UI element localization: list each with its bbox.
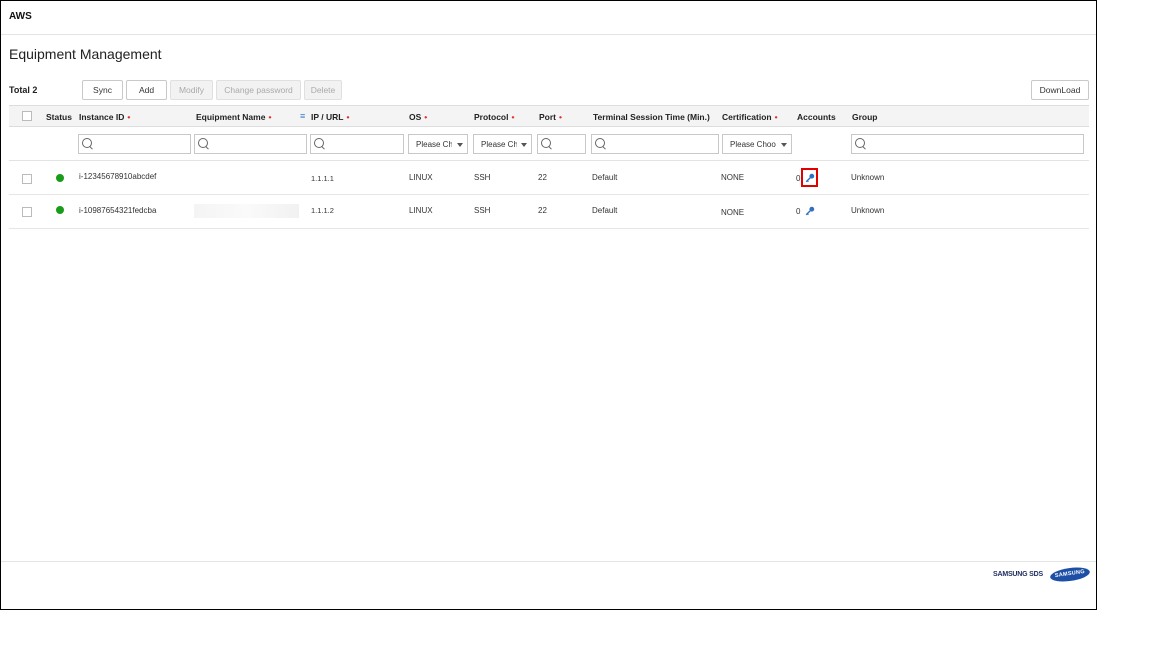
- protocol-filter-value: Please Choose: [481, 140, 517, 149]
- chevron-down-icon: [781, 143, 787, 147]
- chevron-down-icon: [521, 143, 527, 147]
- accounts-count: 0: [796, 174, 801, 183]
- group-cell: Unknown: [851, 206, 885, 215]
- ip-cell: 1.1.1.1: [311, 174, 334, 183]
- required-mark: •: [511, 112, 515, 122]
- col-ip-url[interactable]: IP / URL •: [311, 112, 349, 122]
- col-os-label: OS: [409, 112, 422, 122]
- samsung-sds-brand: SAMSUNG SDS: [993, 571, 1043, 578]
- search-icon: [541, 138, 551, 148]
- equipment-name-filter[interactable]: [194, 134, 307, 154]
- group-cell: Unknown: [851, 173, 885, 182]
- instance-id-filter[interactable]: [78, 134, 191, 154]
- col-certification[interactable]: Certification •: [722, 112, 778, 122]
- col-os[interactable]: OS •: [409, 112, 427, 122]
- status-indicator: [56, 206, 64, 214]
- col-equipment-name[interactable]: Equipment Name •: [196, 112, 271, 122]
- os-cell: LINUX: [409, 206, 433, 215]
- search-icon: [855, 138, 865, 148]
- modify-button[interactable]: Modify: [170, 80, 213, 100]
- session-time-cell: Default: [592, 173, 618, 182]
- certification-cell: NONE: [721, 173, 745, 182]
- os-filter-value: Please Choose: [416, 140, 452, 149]
- status-indicator: [56, 174, 64, 182]
- search-icon: [595, 138, 605, 148]
- col-terminal-session-time[interactable]: Terminal Session Time (Min.): [593, 112, 710, 122]
- table-row[interactable]: i-10987654321fedcba 1.1.1.2 LINUX SSH 22…: [9, 195, 1089, 229]
- add-button[interactable]: Add: [126, 80, 167, 100]
- footer-divider: [1, 561, 1096, 562]
- table-row[interactable]: i-12345678910abcdef 1.1.1.1 LINUX SSH 22…: [9, 161, 1089, 195]
- os-cell: LINUX: [409, 173, 433, 182]
- session-time-filter[interactable]: [591, 134, 719, 154]
- col-certification-label: Certification: [722, 112, 772, 122]
- ip-url-filter[interactable]: [310, 134, 404, 154]
- app-window: AWS Equipment Management Total 2 Sync Ad…: [0, 0, 1097, 610]
- col-accounts[interactable]: Accounts: [797, 112, 836, 122]
- session-time-cell: Default: [592, 206, 618, 215]
- download-button[interactable]: DownLoad: [1031, 80, 1089, 100]
- app-title: AWS: [9, 11, 32, 22]
- total-count: Total 2: [9, 85, 38, 95]
- key-icon[interactable]: [805, 206, 815, 216]
- search-icon: [82, 138, 92, 148]
- protocol-filter-select[interactable]: Please Choose: [473, 134, 532, 154]
- select-all-checkbox[interactable]: [22, 111, 32, 121]
- port-cell: 22: [538, 206, 547, 215]
- page-title: Equipment Management: [9, 46, 162, 62]
- col-protocol-label: Protocol: [474, 112, 509, 122]
- certification-filter-value: Please Choose: [730, 140, 776, 149]
- os-filter-select[interactable]: Please Choose: [408, 134, 468, 154]
- accounts-count: 0: [796, 207, 801, 216]
- protocol-cell: SSH: [474, 206, 491, 215]
- col-equipment-name-label: Equipment Name: [196, 112, 266, 122]
- required-mark: •: [346, 112, 350, 122]
- highlight-box: [801, 168, 818, 187]
- instance-id-cell: i-12345678910abcdef: [79, 172, 157, 181]
- filter-row: Please Choose Please Choose Please Choos…: [9, 127, 1089, 161]
- col-ip-url-label: IP / URL: [311, 112, 344, 122]
- port-cell: 22: [538, 173, 547, 182]
- sort-icon[interactable]: ≡: [300, 111, 305, 121]
- required-mark: •: [268, 112, 272, 122]
- col-port[interactable]: Port •: [539, 112, 562, 122]
- samsung-logo: SAMSUNG: [1049, 565, 1091, 584]
- col-port-label: Port: [539, 112, 556, 122]
- table-header: Status Instance ID • Equipment Name • ≡ IP…: [9, 105, 1089, 127]
- delete-button[interactable]: Delete: [304, 80, 342, 100]
- required-mark: •: [127, 112, 131, 122]
- required-mark: •: [424, 112, 428, 122]
- row-checkbox[interactable]: [22, 207, 32, 217]
- col-instance-id[interactable]: Instance ID •: [79, 112, 130, 122]
- toolbar: Total 2 Sync Add Modify Change password …: [9, 80, 1089, 102]
- col-group[interactable]: Group: [852, 112, 878, 122]
- ip-cell: 1.1.1.2: [311, 206, 334, 215]
- col-status[interactable]: Status: [46, 112, 72, 122]
- redacted-equipment-name: [194, 204, 299, 218]
- col-instance-id-label: Instance ID: [79, 112, 125, 122]
- search-icon: [314, 138, 324, 148]
- top-bar: AWS: [1, 1, 1096, 35]
- change-password-button[interactable]: Change password: [216, 80, 301, 100]
- port-filter[interactable]: [537, 134, 586, 154]
- chevron-down-icon: [457, 143, 463, 147]
- sync-button[interactable]: Sync: [82, 80, 123, 100]
- group-filter[interactable]: [851, 134, 1084, 154]
- row-checkbox[interactable]: [22, 174, 32, 184]
- certification-filter-select[interactable]: Please Choose: [722, 134, 792, 154]
- required-mark: •: [774, 112, 778, 122]
- col-protocol[interactable]: Protocol •: [474, 112, 514, 122]
- instance-id-cell: i-10987654321fedcba: [79, 206, 157, 215]
- protocol-cell: SSH: [474, 173, 491, 182]
- search-icon: [198, 138, 208, 148]
- certification-cell: NONE: [721, 208, 745, 217]
- required-mark: •: [559, 112, 562, 122]
